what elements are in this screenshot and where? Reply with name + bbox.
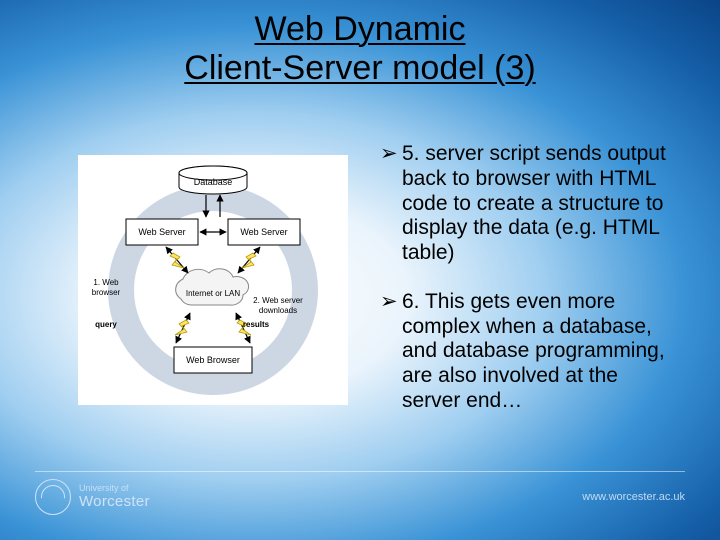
title-line-2: Client-Server model (3)	[184, 49, 535, 87]
university-logo-icon	[35, 479, 71, 515]
database-label: Database	[194, 177, 233, 187]
bullet-marker-icon: ➢	[380, 290, 398, 315]
side-left-2: browser	[92, 288, 121, 297]
side-left-1: 1. Web	[93, 278, 119, 287]
bullet-text: 5. server script sends output back to br…	[402, 142, 666, 264]
bullet-item: ➢ 5. server script sends output back to …	[380, 142, 680, 266]
footer-url: www.worcester.ac.uk	[582, 491, 685, 503]
database-shape: Database	[179, 166, 247, 194]
bullet-marker-icon: ➢	[380, 142, 398, 167]
university-big: Worcester	[79, 494, 150, 510]
bullet-list: ➢ 5. server script sends output back to …	[380, 142, 680, 438]
footer: University of Worcester www.worcester.ac…	[35, 471, 685, 522]
slide-title: Web Dynamic Client-Server model (3)	[0, 10, 720, 88]
web-browser-label: Web Browser	[186, 355, 240, 365]
side-right-3: results	[243, 320, 270, 329]
side-left-3: query	[95, 320, 117, 329]
side-right-2: downloads	[259, 306, 297, 315]
web-server-left-label: Web Server	[138, 227, 185, 237]
cloud-label: Internet or LAN	[186, 289, 240, 298]
footer-left: University of Worcester	[35, 479, 150, 515]
side-right-1: 2. Web server	[253, 296, 303, 305]
university-name: University of Worcester	[79, 484, 150, 509]
university-small: University of	[79, 484, 150, 493]
web-server-right-label: Web Server	[240, 227, 287, 237]
slide: Web Dynamic Client-Server model (3) Data…	[0, 0, 720, 540]
bullet-text: 6. This gets even more complex when a da…	[402, 290, 665, 412]
bullet-item: ➢ 6. This gets even more complex when a …	[380, 290, 680, 414]
title-line-1: Web Dynamic	[255, 10, 466, 48]
diagram-image: Database Web Server Web Server Internet …	[78, 155, 348, 405]
